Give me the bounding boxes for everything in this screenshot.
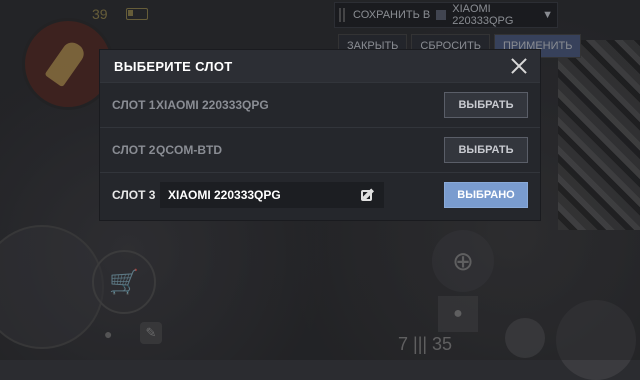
slot-row-2: СЛОТ 2 QCOM-BTD ВЫБРАТЬ <box>100 127 540 172</box>
slot-label: СЛОТ 2 <box>112 143 156 157</box>
slot-row-1: СЛОТ 1 XIAOMI 220333QPG ВЫБРАТЬ <box>100 82 540 127</box>
slot-dialog: ВЫБЕРИТЕ СЛОТ СЛОТ 1 XIAOMI 220333QPG ВЫ… <box>100 50 540 220</box>
slot-row-3: СЛОТ 3 XIAOMI 220333QPG ВЫБРАНО <box>100 172 540 217</box>
slot-name-field[interactable]: XIAOMI 220333QPG <box>160 182 384 208</box>
choose-slot-2-button[interactable]: ВЫБРАТЬ <box>444 137 528 163</box>
slot-label: СЛОТ 1 <box>112 98 156 112</box>
slot-name: QCOM-BTD <box>156 143 222 157</box>
dialog-title: ВЫБЕРИТЕ СЛОТ <box>114 58 233 74</box>
dialog-header: ВЫБЕРИТЕ СЛОТ <box>100 50 540 82</box>
close-icon[interactable] <box>510 57 528 75</box>
selected-slot-3-button[interactable]: ВЫБРАНО <box>444 182 528 208</box>
edit-icon[interactable] <box>360 187 376 203</box>
slot-name: XIAOMI 220333QPG <box>156 98 269 112</box>
slot-label: СЛОТ 3 <box>112 188 156 202</box>
choose-slot-1-button[interactable]: ВЫБРАТЬ <box>444 92 528 118</box>
slot-name: XIAOMI 220333QPG <box>168 188 281 202</box>
